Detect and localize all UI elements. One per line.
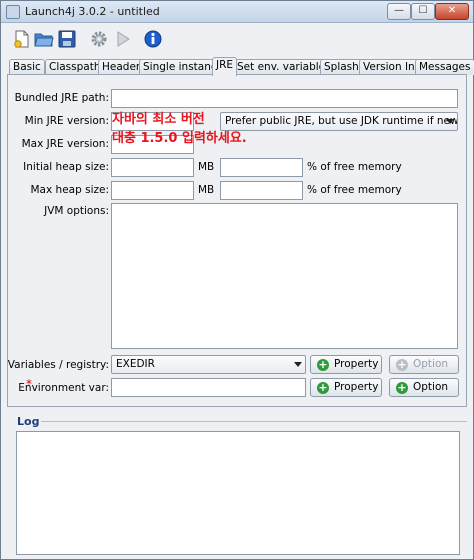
save-icon[interactable]	[57, 29, 77, 49]
env-property-label: Property	[334, 381, 379, 393]
info-icon[interactable]	[143, 29, 163, 49]
bundled-jre-path-input[interactable]	[111, 89, 458, 108]
variables-registry-value: EXEDIR	[116, 358, 155, 370]
jre-panel: Bundled JRE path: Min JRE version: Prefe…	[7, 74, 467, 407]
annotation-line-2: 대충 1.5.0 입력하세요.	[112, 131, 247, 146]
tab-header[interactable]: Header	[98, 59, 145, 75]
initial-heap-mb-label: MB	[198, 161, 215, 173]
environment-var-label: Environment var:	[18, 382, 109, 394]
plus-icon: +	[317, 381, 329, 394]
jdk-preference-select[interactable]: Prefer public JRE, but use JDK runtime i…	[220, 112, 458, 131]
toolbar	[1, 25, 473, 53]
plus-icon: +	[396, 381, 408, 394]
bundled-jre-path-label: Bundled JRE path:	[14, 92, 109, 104]
run-icon[interactable]	[113, 29, 133, 49]
window-title: Launch4j 3.0.2 - untitled	[25, 5, 160, 18]
variables-registry-label: Variables / registry:	[7, 359, 109, 371]
insert-property-button[interactable]: + Property	[310, 355, 382, 374]
chevron-down-icon	[446, 119, 454, 124]
tab-basic[interactable]: Basic	[9, 59, 45, 75]
jvm-options-label: JVM options:	[44, 205, 109, 217]
log-divider	[41, 421, 467, 422]
max-heap-size-label: Max heap size:	[30, 184, 110, 196]
tab-jre[interactable]: JRE	[212, 57, 238, 76]
insert-property-label: Property	[334, 358, 379, 370]
max-heap-mb-label: MB	[198, 184, 215, 196]
minimize-button[interactable]: —	[387, 3, 411, 20]
tab-messages[interactable]: Messages	[415, 59, 474, 75]
insert-option-button-disabled[interactable]: + Option	[389, 355, 459, 374]
log-label: Log	[17, 415, 40, 428]
plus-icon: +	[317, 358, 329, 371]
tab-splash[interactable]: Splash	[320, 59, 363, 75]
max-heap-size-input[interactable]	[111, 181, 194, 200]
open-folder-icon[interactable]	[34, 29, 54, 49]
gear-icon[interactable]	[89, 29, 109, 49]
app-icon	[6, 5, 20, 19]
min-jre-version-label: Min JRE version:	[24, 115, 109, 127]
initial-heap-size-label: Initial heap size:	[23, 161, 109, 173]
variables-registry-select[interactable]: EXEDIR	[111, 355, 306, 374]
env-property-button[interactable]: + Property	[310, 378, 382, 397]
close-button[interactable]: ✕	[435, 3, 469, 20]
initial-heap-percent-label: % of free memory	[307, 161, 402, 173]
maximize-button[interactable]: ☐	[411, 3, 435, 20]
launch4j-window: Launch4j 3.0.2 - untitled — ☐ ✕ Basic Cl…	[0, 0, 474, 560]
chevron-down-icon	[294, 362, 302, 367]
annotation-line-1: 자바의 최소 버전	[112, 112, 205, 127]
initial-heap-size-input[interactable]	[111, 158, 194, 177]
log-textarea[interactable]	[16, 431, 460, 555]
max-heap-percent-label: % of free memory	[307, 184, 402, 196]
jdk-preference-value: Prefer public JRE, but use JDK runtime i…	[225, 115, 458, 127]
initial-heap-percent-input[interactable]	[220, 158, 303, 177]
plus-icon: +	[396, 358, 408, 371]
env-option-button[interactable]: + Option	[389, 378, 459, 397]
environment-var-input[interactable]	[111, 378, 306, 397]
tab-classpath[interactable]: Classpath	[45, 59, 105, 75]
new-file-icon[interactable]	[12, 29, 32, 49]
insert-option-label-disabled: Option	[413, 358, 449, 370]
max-heap-percent-input[interactable]	[220, 181, 303, 200]
tab-strip: Basic Classpath Header Single instance J…	[7, 57, 474, 76]
title-bar[interactable]: Launch4j 3.0.2 - untitled — ☐ ✕	[1, 1, 473, 23]
max-jre-version-label: Max JRE version:	[21, 138, 109, 150]
jvm-options-textarea[interactable]	[111, 203, 458, 349]
env-option-label: Option	[413, 381, 449, 393]
